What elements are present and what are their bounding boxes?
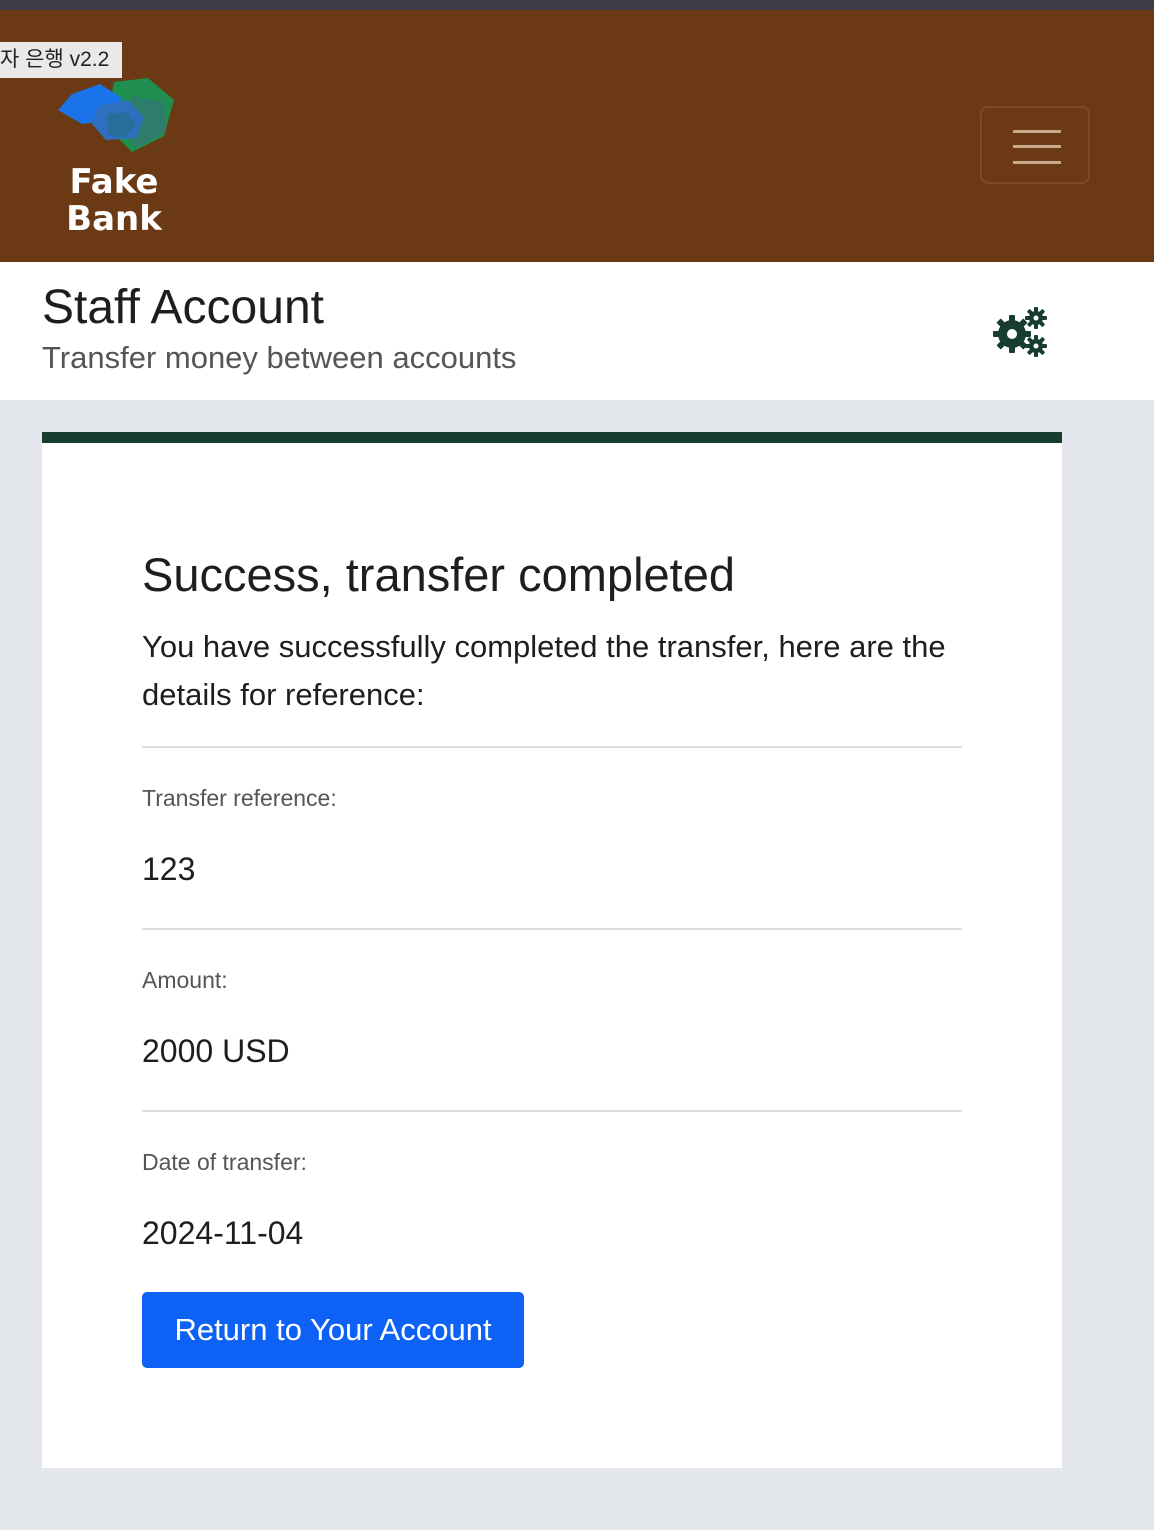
logo-cubes-icon — [58, 78, 174, 152]
site-header: Fake Bank — [0, 10, 1154, 262]
date-value: 2024-11-04 — [142, 1215, 304, 1251]
logo-line-fake: Fake — [69, 162, 159, 202]
page-subtitle: Transfer money between accounts — [42, 340, 517, 375]
amount-value: 2000 USD — [142, 1033, 290, 1069]
page-header: Staff Account Transfer money between acc… — [0, 262, 1154, 400]
return-to-account-button[interactable]: Return to Your Account — [142, 1292, 524, 1368]
menu-toggle-button[interactable] — [980, 106, 1090, 184]
logo-text: Fake Bank — [40, 164, 188, 238]
logo-line-bank: Bank — [66, 199, 162, 239]
success-message: You have successfully completed the tran… — [142, 629, 946, 712]
divider — [142, 928, 962, 930]
hamburger-menu-icon-bar — [1013, 145, 1061, 148]
divider — [142, 1110, 962, 1112]
date-label: Date of transfer: — [142, 1149, 307, 1175]
amount-label: Amount: — [142, 967, 228, 993]
success-title: Success, transfer completed — [142, 548, 735, 601]
version-tag: 자 은행 v2.2 — [0, 42, 122, 78]
gears-icon[interactable] — [990, 304, 1050, 360]
page-title: Staff Account — [42, 281, 324, 334]
browser-top-strip — [0, 0, 1154, 10]
transfer-success-card: Success, transfer completed You have suc… — [42, 432, 1062, 1468]
hamburger-menu-icon-bar — [1013, 161, 1061, 164]
fake-bank-logo[interactable]: Fake Bank — [40, 76, 190, 246]
hamburger-menu-icon — [1013, 130, 1061, 133]
transfer-reference-value: 123 — [142, 851, 196, 887]
divider — [142, 746, 962, 748]
transfer-reference-label: Transfer reference: — [142, 785, 337, 811]
